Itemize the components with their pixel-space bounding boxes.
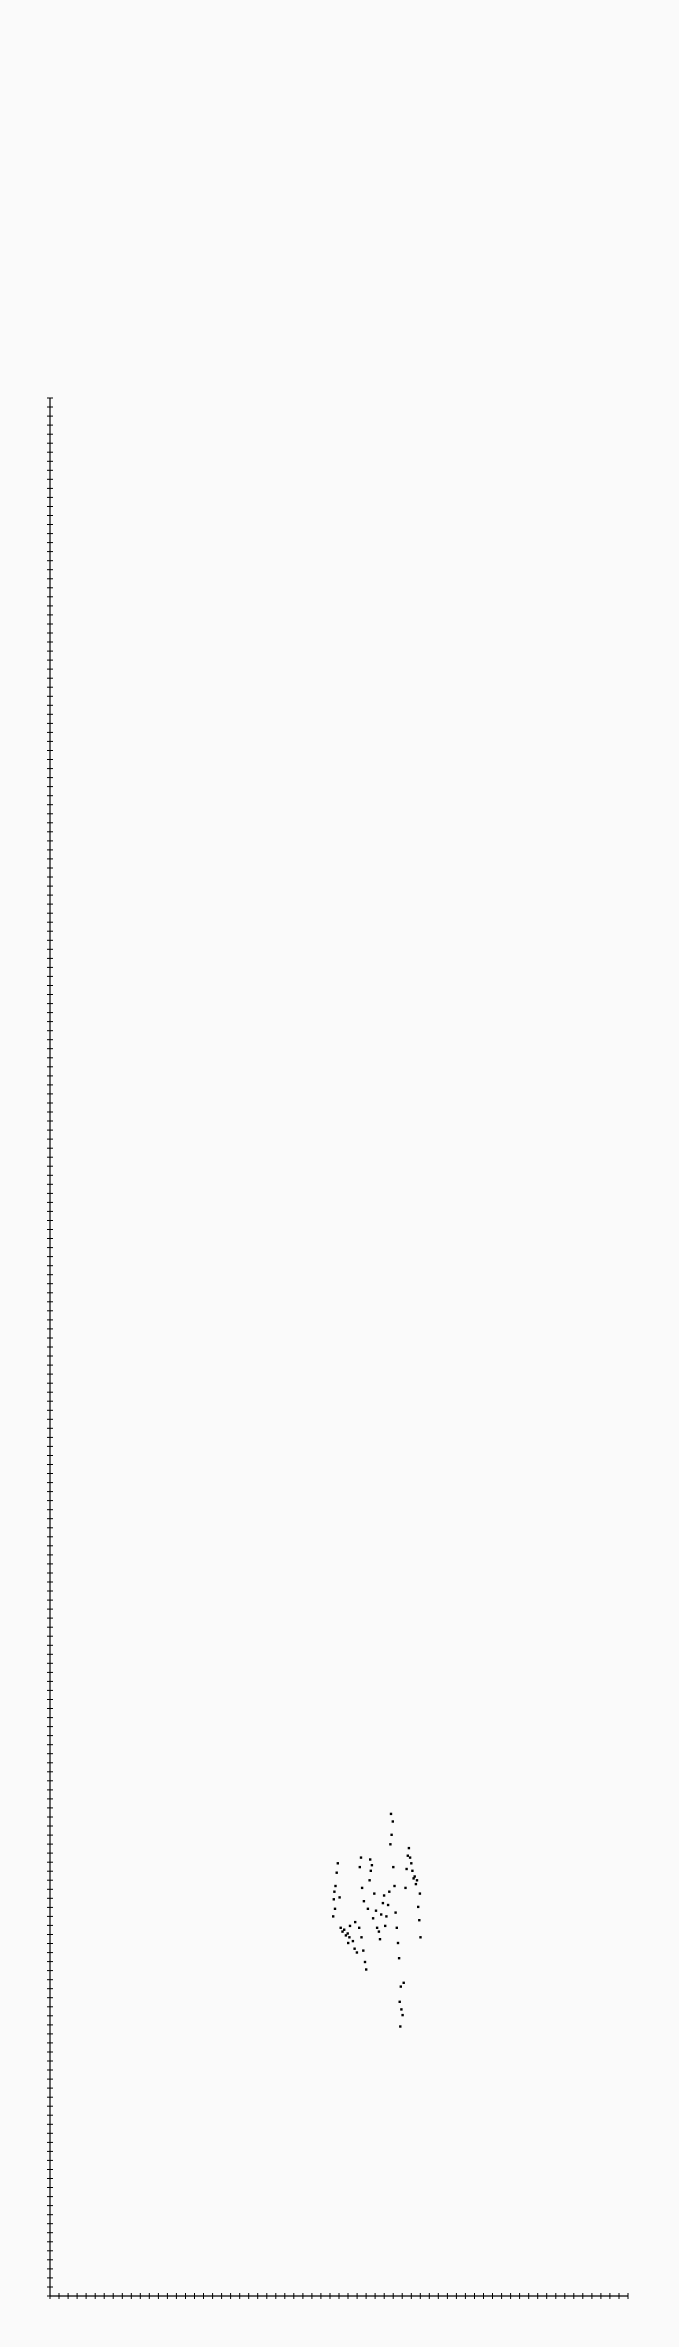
data-point [411,1869,414,1872]
data-point [362,1900,366,1903]
data-point [410,1862,413,1865]
data-point [400,2008,403,2011]
scatter-plot [47,397,629,2299]
data-point [378,1938,382,1941]
data-point [386,1903,390,1907]
data-point [391,1820,394,1823]
data-point [377,1930,381,1933]
data-point [404,1886,407,1890]
data-point [359,1856,363,1859]
data-point [343,1928,346,1931]
data-point [396,1941,400,1945]
data-point [348,1936,351,1939]
data-point [395,1926,398,1929]
data-point [336,1862,339,1865]
data-point [417,1905,420,1909]
data-point [346,1932,349,1935]
data-point [354,1920,357,1924]
data-point [366,1907,370,1910]
data-point [374,1909,378,1912]
data-point [371,1917,375,1920]
data-point [399,1985,402,1988]
data-point [401,2013,404,2017]
data-point [407,1846,411,1850]
data-point [351,1939,355,1943]
data-point [388,1890,391,1893]
data-point [418,1919,421,1922]
data-point [405,1867,408,1871]
data-point [335,1871,338,1874]
data-point [332,1898,335,1901]
data-point [419,1936,422,1939]
data-point [362,1949,365,1952]
data-point [360,1936,363,1939]
data-point [360,1886,364,1890]
data-point [399,2025,402,2028]
data-point [363,1960,367,1964]
data-point [385,1915,388,1918]
data-point [358,1865,361,1869]
data-point [332,1915,335,1918]
data-point [368,1879,371,1882]
data-point [408,1856,412,1859]
data-point [373,1892,376,1895]
data-point [414,1882,418,1886]
data-point [365,1968,368,1971]
data-point [390,1833,393,1836]
data-point [333,1890,336,1893]
data-point [418,1892,422,1895]
data-point [406,1854,409,1857]
data-point [392,1865,395,1869]
data-point [353,1947,356,1950]
data-point [370,1864,374,1867]
data-point [397,1957,401,1960]
data-point [398,2000,401,2003]
data-point [348,1924,352,1928]
data-point [389,1812,393,1816]
data-point [415,1879,419,1882]
data-point [369,1858,372,1861]
data-point [334,1884,337,1888]
data-point [338,1896,341,1899]
data-point [355,1951,359,1954]
data-points [332,1812,422,2028]
data-point [333,1907,337,1910]
data-point [339,1926,342,1929]
data-point [369,1869,372,1872]
data-point [380,1913,383,1916]
data-point [375,1926,379,1929]
data-point [382,1894,386,1897]
data-point [358,1926,361,1929]
data-point [413,1875,416,1878]
data-point [381,1901,385,1905]
data-point [393,1884,396,1888]
data-point [394,1911,397,1914]
data-point [384,1924,387,1928]
data-point [389,1843,392,1846]
data-point [347,1941,350,1945]
data-point [402,1981,405,1984]
